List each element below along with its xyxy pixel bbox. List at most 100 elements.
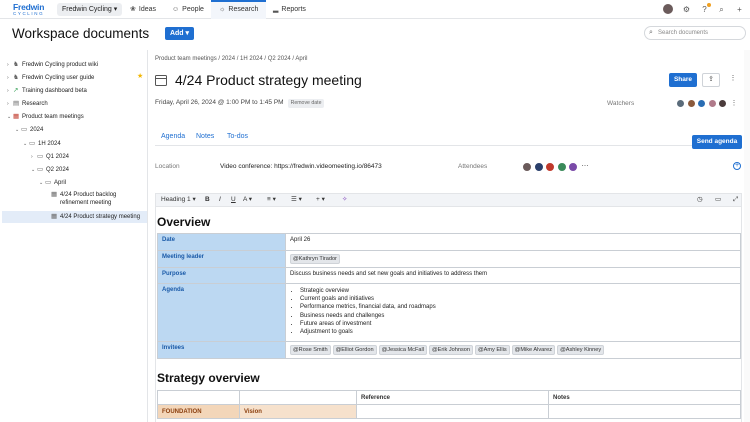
list-item[interactable]: Business needs and challenges [300,312,736,320]
magic-wand-icon[interactable]: ✧ [342,194,347,206]
avatar[interactable] [718,99,727,108]
tab-notes[interactable]: Notes [196,128,214,146]
avatar[interactable] [545,162,555,172]
export-icon[interactable]: ⇪ [702,73,720,87]
list-select[interactable]: ☰ ▾ [291,194,302,206]
location-label: Location [155,163,180,170]
tree-item-q1-2024[interactable]: › ▭ Q1 2024 [31,151,69,163]
date-value-cell[interactable]: April 26 [285,233,741,251]
notes-header: Notes [548,390,741,405]
tree-item-product-team-meetings[interactable]: ⌄ ▦ Product team meetings [7,111,84,123]
align-select[interactable]: ≡ ▾ [267,194,276,206]
tree-item-q2-2024[interactable]: ⌄ ▭ Q2 2024 [31,164,69,176]
mention-chip[interactable]: @Jessica McFall [378,345,427,355]
settings-icon[interactable]: ⚙ [681,4,692,15]
underline-button[interactable]: U [231,194,236,206]
agenda-value-cell[interactable]: Strategic overview Current goals and ini… [285,283,741,342]
add-button[interactable]: Add ▾ [165,27,194,40]
expand-icon[interactable]: ⤢ [733,194,738,206]
bold-button[interactable]: B [205,194,210,206]
search-icon[interactable]: ⌕ [716,4,727,15]
history-icon[interactable]: ◷ [697,194,703,206]
watchers-avatars[interactable]: ⋮ [676,99,738,108]
scrollbar[interactable] [744,50,750,422]
folder-icon: ▭ [29,140,36,147]
avatar[interactable] [676,99,685,108]
star-icon[interactable]: ★ [137,72,143,80]
avatar[interactable] [556,162,567,172]
mention-chip[interactable]: @Kathryn Tirador [290,254,340,264]
list-item[interactable]: Current goals and initiatives [300,295,736,303]
heading-select[interactable]: Heading 1 ▾ [161,194,196,206]
list-item[interactable]: Strategic overview [300,287,736,295]
chart-icon: ▂ [273,6,279,13]
breadcrumb[interactable]: Product team meetings / 2024 / 1H 2024 /… [155,56,307,62]
table-header-cell [239,390,357,405]
nav-tab-research[interactable]: ☼ Research [211,0,267,19]
user-avatar[interactable] [662,4,673,15]
tree-item-user-guide[interactable]: › ♞ Fredwin Cycling user guide [7,72,94,84]
tree-item-april[interactable]: ⌄ ▭ April [39,177,66,189]
mention-chip[interactable]: @Mike Alvarez [511,345,556,355]
mention-chip[interactable]: @Rose Smith [290,345,331,355]
table-row: Meeting leader @Kathryn Tirador [157,250,741,268]
folder-icon: ▭ [37,153,44,160]
purpose-value-cell[interactable]: Discuss business needs and set new goals… [285,267,741,284]
tree-item-backlog-refinement[interactable]: ▦ 4/24 Product backlog refinement meeting [51,191,116,209]
tree-item-product-wiki[interactable]: › ♞ Fredwin Cycling product wiki [7,59,98,71]
leader-value-cell[interactable]: @Kathryn Tirador [285,250,741,268]
send-agenda-button[interactable]: Send agenda [692,135,742,149]
list-item[interactable]: Performance metrics, financial data, and… [300,303,736,311]
avatar[interactable] [568,162,578,172]
tree-item-training-dashboard[interactable]: › ↗ Training dashboard beta [7,85,87,97]
cyclist-icon: ♞ [13,61,19,68]
avatar[interactable] [697,99,706,108]
mention-chip[interactable]: @Erik Johnson [428,345,473,355]
tree-item-strategy-meeting[interactable]: ▦ 4/24 Product strategy meeting [2,211,147,223]
mention-chip[interactable]: @Amy Ellis [474,345,510,355]
avatar[interactable] [533,162,544,172]
notifications-icon[interactable]: ? [699,3,711,15]
avatar[interactable] [686,99,696,108]
location-value[interactable]: Video conference: https://fredwin.videom… [220,163,382,170]
app-logo[interactable]: Fredwin CYCLING [13,3,47,17]
italic-button[interactable]: I [219,194,221,206]
tree-item-research[interactable]: › ▤ Research [7,98,48,110]
avatar[interactable] [707,99,717,108]
avatar[interactable] [522,162,532,172]
tree-item-1h-2024[interactable]: ⌄ ▭ 1H 2024 [23,138,61,150]
mention-chip[interactable]: @Elliot Gordon [332,345,377,355]
insert-select[interactable]: + ▾ [316,194,325,206]
date-label-cell: Date [157,233,286,251]
vision-cell[interactable]: Vision [239,404,357,419]
list-item[interactable]: Future areas of investment [300,320,736,328]
tree-item-2024[interactable]: ⌄ ▭ 2024 [15,124,43,136]
share-button[interactable]: Share [669,73,697,87]
purpose-label-cell: Purpose [157,267,286,284]
font-color-select[interactable]: A ▾ [243,194,252,206]
table-cell[interactable] [548,404,741,419]
nav-tab-people[interactable]: ☺ People [172,0,204,19]
attendees-avatars[interactable]: ⋯ [522,162,589,172]
mention-chip[interactable]: @Ashley Kinney [557,345,605,355]
cyclist-icon: ♞ [13,74,19,81]
tab-agenda[interactable]: Agenda [161,128,185,146]
more-options-icon[interactable]: ⋮ [725,73,741,87]
comment-icon[interactable]: ▭ [715,194,721,206]
plus-icon[interactable]: + [734,4,745,15]
add-attendee-icon[interactable]: + [733,162,741,170]
tab-todos[interactable]: To-dos [227,128,248,146]
list-item[interactable]: Adjustment to goals [300,328,736,336]
foundation-cell[interactable]: FOUNDATION [157,404,240,419]
meeting-date[interactable]: Friday, April 26, 2024 @ 1:00 PM to 1:45… [155,99,325,108]
table-cell[interactable] [356,404,549,419]
search-input[interactable]: ⌕ Search documents [644,26,746,40]
more-icon[interactable]: ⋯ [582,162,589,172]
person-icon: ☺ [172,6,180,13]
invitees-value-cell[interactable]: @Rose Smith @Elliot Gordon @Jessica McFall… [285,341,741,359]
workspace-selector[interactable]: Fredwin Cycling ▾ [57,3,123,16]
nav-tab-ideas[interactable]: ❀ Ideas [130,0,156,19]
nav-tab-reports[interactable]: ▂ Reports [273,0,306,19]
more-icon[interactable]: ⋮ [731,99,738,108]
remove-date-button[interactable]: Remove date [287,99,325,108]
